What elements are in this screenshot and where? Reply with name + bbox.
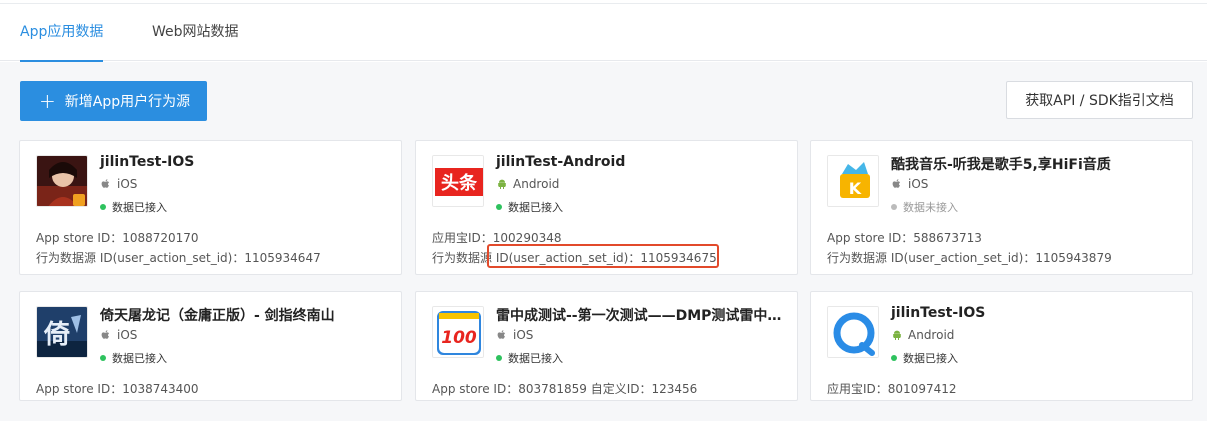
app-store-id: 应用宝ID：801097412 bbox=[827, 382, 957, 396]
homework-100-icon: 100 bbox=[432, 306, 484, 358]
game-character-icon bbox=[36, 155, 88, 207]
status-dot bbox=[891, 355, 897, 361]
status-label: 数据未接入 bbox=[903, 201, 958, 214]
kuwo-music-icon: K bbox=[827, 155, 879, 207]
platform-label: Android bbox=[908, 328, 955, 342]
status-dot bbox=[100, 355, 106, 361]
tab-web-data[interactable]: Web网站数据 bbox=[152, 4, 239, 61]
status-label: 数据已接入 bbox=[112, 201, 167, 214]
app-title: jilinTest-Android bbox=[496, 154, 626, 170]
platform-label: iOS bbox=[117, 328, 138, 342]
app-store-id: App store ID：1088720170 bbox=[36, 231, 199, 245]
apple-icon bbox=[891, 178, 903, 190]
android-icon bbox=[891, 329, 903, 341]
kuwo-icon-text: K bbox=[849, 179, 862, 198]
app-store-id: App store ID：803781859 自定义ID：123456 bbox=[432, 382, 698, 396]
app-title: 酷我音乐-听我是歌手5,享HiFi音质 bbox=[891, 157, 1111, 173]
status-dot bbox=[891, 204, 897, 210]
app-store-id: App store ID：588673713 bbox=[827, 231, 982, 245]
add-app-source-label: 新增App用户行为源 bbox=[64, 94, 191, 110]
status-badge: 数据已接入 bbox=[100, 350, 167, 366]
page: App应用数据 Web网站数据 + 新增App用户行为源 获取API / SDK… bbox=[0, 0, 1207, 421]
platform-label: Android bbox=[513, 177, 560, 191]
action-set-id: 行为数据源 ID(user_action_set_id)：1105943879 bbox=[827, 251, 1112, 265]
platform: iOS bbox=[100, 328, 137, 342]
platform: iOS bbox=[100, 177, 137, 191]
status-badge: 数据已接入 bbox=[100, 199, 167, 215]
android-icon bbox=[496, 178, 508, 190]
platform-label: iOS bbox=[117, 177, 138, 191]
app-card[interactable]: jilinTest-IOS Android 数据已接入 应用宝ID：801097… bbox=[810, 291, 1193, 401]
status-dot bbox=[496, 355, 502, 361]
action-set-id: 行为数据源 ID(user_action_set_id)：1105934675 bbox=[432, 251, 717, 265]
status-label: 数据已接入 bbox=[112, 352, 167, 365]
app-title: jilinTest-IOS bbox=[100, 154, 195, 170]
platform: Android bbox=[496, 177, 559, 191]
browser-icon bbox=[827, 306, 879, 358]
platform-label: iOS bbox=[908, 177, 929, 191]
app-card[interactable]: jilinTest-IOS iOS 数据已接入 App store ID：108… bbox=[19, 140, 402, 275]
plus-icon: + bbox=[39, 89, 56, 113]
platform-label: iOS bbox=[513, 328, 534, 342]
platform: Android bbox=[891, 328, 954, 342]
api-sdk-docs-button[interactable]: 获取API / SDK指引文档 bbox=[1006, 81, 1193, 119]
status-badge: 数据未接入 bbox=[891, 199, 958, 215]
homework-icon-text: 100 bbox=[441, 328, 477, 348]
platform: iOS bbox=[496, 328, 533, 342]
add-app-source-button[interactable]: + 新增App用户行为源 bbox=[20, 81, 207, 121]
tab-app-data[interactable]: App应用数据 bbox=[20, 4, 104, 62]
yitian-icon-text: 倚 bbox=[43, 320, 70, 350]
app-card[interactable]: 头条 jilinTest-Android Android 数据已接入 应用宝ID… bbox=[415, 140, 798, 275]
status-badge: 数据已接入 bbox=[496, 199, 563, 215]
toutiao-icon: 头条 bbox=[432, 155, 484, 207]
app-title: 雷中成测试--第一次测试——DMP测试雷中… bbox=[496, 308, 782, 324]
app-title: jilinTest-IOS bbox=[891, 305, 986, 321]
status-dot bbox=[100, 204, 106, 210]
app-card[interactable]: K 酷我音乐-听我是歌手5,享HiFi音质 iOS 数据未接入 App stor… bbox=[810, 140, 1193, 275]
app-title: 倚天屠龙记（金庸正版）- 剑指终南山 bbox=[100, 308, 335, 324]
toutiao-icon-text: 头条 bbox=[441, 172, 478, 194]
action-set-id: 行为数据源 ID(user_action_set_id)：1105934647 bbox=[36, 251, 321, 265]
yitian-game-icon: 倚 bbox=[36, 306, 88, 358]
app-card[interactable]: 100 雷中成测试--第一次测试——DMP测试雷中… iOS 数据已接入 App… bbox=[415, 291, 798, 401]
platform: iOS bbox=[891, 177, 928, 191]
status-label: 数据已接入 bbox=[508, 201, 563, 214]
status-badge: 数据已接入 bbox=[891, 350, 958, 366]
tab-bar: App应用数据 Web网站数据 bbox=[0, 4, 1207, 62]
apple-icon bbox=[496, 329, 508, 341]
status-badge: 数据已接入 bbox=[496, 350, 563, 366]
app-store-id: 应用宝ID：100290348 bbox=[432, 231, 562, 245]
app-card[interactable]: 倚 倚天屠龙记（金庸正版）- 剑指终南山 iOS 数据已接入 App store… bbox=[19, 291, 402, 401]
apple-icon bbox=[100, 178, 112, 190]
apple-icon bbox=[100, 329, 112, 341]
status-label: 数据已接入 bbox=[508, 352, 563, 365]
status-label: 数据已接入 bbox=[903, 352, 958, 365]
status-dot bbox=[496, 204, 502, 210]
app-store-id: App store ID：1038743400 bbox=[36, 382, 199, 396]
